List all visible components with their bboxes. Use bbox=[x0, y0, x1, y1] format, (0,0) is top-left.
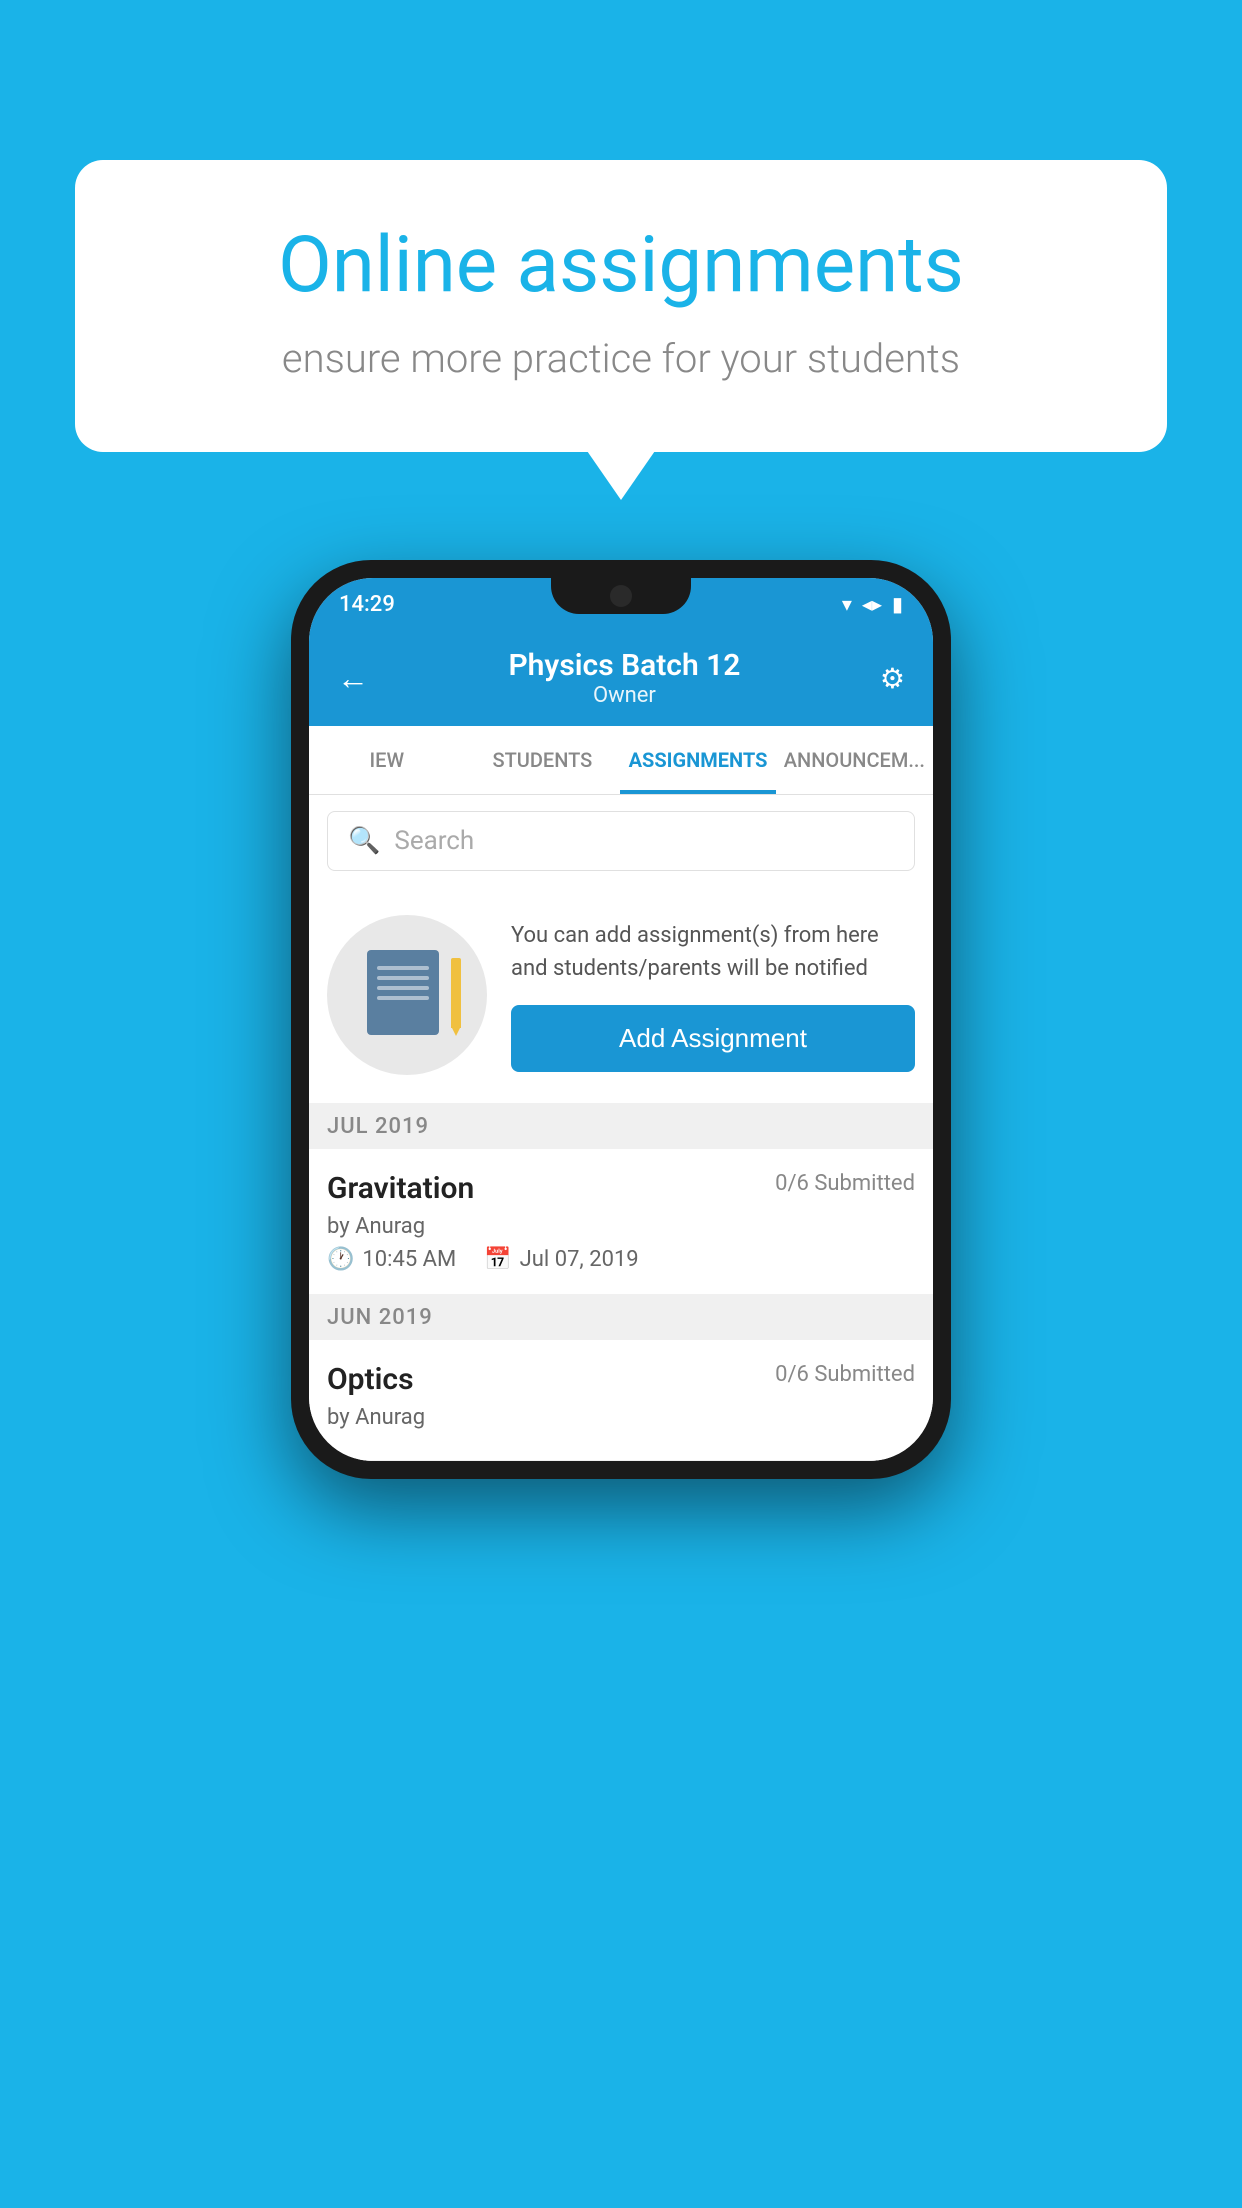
search-container: 🔍 Search bbox=[309, 795, 933, 887]
info-description: You can add assignment(s) from here and … bbox=[511, 919, 915, 985]
assignment-time: 🕐 10:45 AM bbox=[327, 1247, 456, 1272]
settings-icon[interactable]: ⚙ bbox=[880, 662, 905, 695]
app-header: ← Physics Batch 12 Owner ⚙ bbox=[309, 630, 933, 726]
speech-bubble-container: Online assignments ensure more practice … bbox=[75, 160, 1167, 452]
speech-bubble: Online assignments ensure more practice … bbox=[75, 160, 1167, 452]
tab-students[interactable]: STUDENTS bbox=[465, 726, 621, 794]
assignment-top-optics: Optics 0/6 Submitted bbox=[327, 1362, 915, 1397]
speech-bubble-title: Online assignments bbox=[145, 220, 1097, 311]
pencil-icon bbox=[451, 958, 461, 1028]
phone-notch bbox=[551, 578, 691, 614]
notebook-line bbox=[377, 996, 429, 1000]
assignment-item-optics[interactable]: Optics 0/6 Submitted by Anurag bbox=[309, 1340, 933, 1461]
notebook-icon bbox=[367, 950, 447, 1040]
notebook-line bbox=[377, 976, 429, 980]
search-bar[interactable]: 🔍 Search bbox=[327, 811, 915, 871]
header-title-group: Physics Batch 12 Owner bbox=[508, 648, 740, 708]
assignment-illustration bbox=[327, 915, 487, 1075]
calendar-icon: 📅 bbox=[484, 1247, 511, 1272]
notebook-line bbox=[377, 986, 429, 990]
wifi-icon: ▾ bbox=[842, 592, 852, 616]
assignment-name-optics: Optics bbox=[327, 1362, 414, 1397]
assignment-submitted-optics: 0/6 Submitted bbox=[775, 1362, 915, 1387]
tab-announcements[interactable]: ANNOUNCEM... bbox=[776, 726, 933, 794]
header-subtitle: Owner bbox=[508, 683, 740, 708]
signal-icon: ◂▸ bbox=[862, 592, 882, 616]
search-placeholder: Search bbox=[394, 826, 474, 856]
assignment-submitted: 0/6 Submitted bbox=[775, 1171, 915, 1196]
status-icons: ▾ ◂▸ ▮ bbox=[842, 592, 903, 616]
assignment-name: Gravitation bbox=[327, 1171, 474, 1206]
assignment-author-optics: by Anurag bbox=[327, 1405, 915, 1430]
phone-wrapper: 14:29 ▾ ◂▸ ▮ ← Physics Batch 12 Owner ⚙ bbox=[291, 560, 951, 1479]
tab-overview[interactable]: IEW bbox=[309, 726, 465, 794]
info-section: You can add assignment(s) from here and … bbox=[309, 887, 933, 1104]
notebook-lines bbox=[377, 966, 429, 1006]
assignment-meta: 🕐 10:45 AM 📅 Jul 07, 2019 bbox=[327, 1247, 915, 1272]
month-separator-jun: JUN 2019 bbox=[309, 1295, 933, 1340]
status-time: 14:29 bbox=[339, 592, 395, 617]
tab-assignments[interactable]: ASSIGNMENTS bbox=[620, 726, 776, 794]
search-icon: 🔍 bbox=[348, 826, 380, 856]
add-assignment-button[interactable]: Add Assignment bbox=[511, 1005, 915, 1072]
assignment-item-gravitation[interactable]: Gravitation 0/6 Submitted by Anurag 🕐 10… bbox=[309, 1149, 933, 1295]
camera bbox=[610, 585, 632, 607]
assignment-author: by Anurag bbox=[327, 1214, 915, 1239]
speech-bubble-subtitle: ensure more practice for your students bbox=[145, 335, 1097, 382]
clock-icon: 🕐 bbox=[327, 1247, 354, 1272]
tabs-container: IEW STUDENTS ASSIGNMENTS ANNOUNCEM... bbox=[309, 726, 933, 795]
month-separator-jul: JUL 2019 bbox=[309, 1104, 933, 1149]
notebook-body bbox=[367, 950, 439, 1035]
phone-screen: 14:29 ▾ ◂▸ ▮ ← Physics Batch 12 Owner ⚙ bbox=[309, 578, 933, 1461]
phone-outer: 14:29 ▾ ◂▸ ▮ ← Physics Batch 12 Owner ⚙ bbox=[291, 560, 951, 1479]
assignment-top: Gravitation 0/6 Submitted bbox=[327, 1171, 915, 1206]
battery-icon: ▮ bbox=[892, 592, 903, 616]
back-button[interactable]: ← bbox=[337, 659, 369, 697]
info-text-group: You can add assignment(s) from here and … bbox=[511, 919, 915, 1072]
assignment-date: 📅 Jul 07, 2019 bbox=[484, 1247, 638, 1272]
page-title: Physics Batch 12 bbox=[508, 648, 740, 683]
notebook-line bbox=[377, 966, 429, 970]
